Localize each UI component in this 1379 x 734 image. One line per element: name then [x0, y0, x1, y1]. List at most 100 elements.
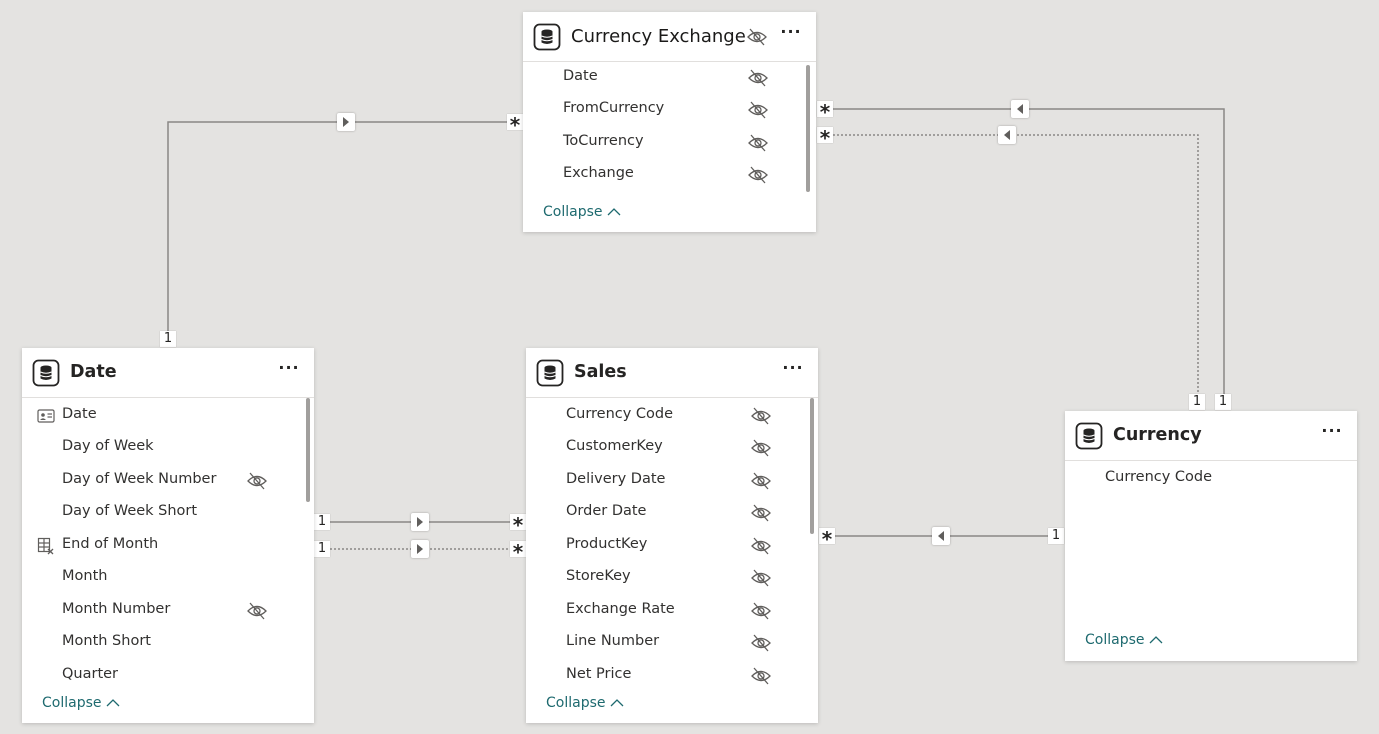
eye-off-icon[interactable]	[750, 665, 772, 687]
field-row[interactable]: Month Number	[22, 595, 302, 627]
eye-off-icon[interactable]	[750, 502, 772, 524]
table-card-date[interactable]: Date ··· Date Day of Week Day of Week Nu…	[22, 348, 314, 723]
field-name: CustomerKey	[566, 438, 663, 454]
more-options-icon[interactable]: ···	[278, 360, 300, 383]
eye-off-icon[interactable]	[747, 67, 769, 89]
table-icon	[1075, 422, 1103, 450]
chevron-up-icon	[1149, 636, 1162, 644]
field-row[interactable]: ProductKey	[526, 530, 806, 562]
eye-off-icon[interactable]	[750, 405, 772, 427]
eye-off-icon[interactable]	[747, 132, 769, 154]
chevron-up-icon	[607, 208, 620, 216]
table-header[interactable]: Currency Exchange ···	[523, 12, 816, 62]
field-row[interactable]: Exchange	[523, 159, 804, 191]
collapse-label: Collapse	[42, 695, 102, 711]
table-title: Currency	[1113, 425, 1202, 445]
field-row[interactable]: Net Price	[526, 660, 806, 692]
field-row[interactable]: Day of Week	[22, 432, 302, 464]
table-title: Sales	[574, 362, 627, 382]
field-name: Date	[62, 406, 97, 422]
field-name: Month Number	[62, 601, 171, 617]
field-name: Day of Week Number	[62, 471, 217, 487]
field-row[interactable]: Month	[22, 562, 302, 594]
scrollbar[interactable]	[810, 398, 814, 534]
field-row[interactable]: Quarter	[22, 660, 302, 692]
arrow-right-icon[interactable]	[411, 513, 429, 531]
field-name: Currency Code	[1105, 469, 1213, 485]
table-icon	[32, 359, 60, 387]
field-row[interactable]: Currency Code	[526, 400, 806, 432]
eye-off-icon[interactable]	[750, 470, 772, 492]
field-name: Quarter	[62, 666, 119, 682]
more-options-icon[interactable]: ···	[780, 24, 802, 47]
arrow-right-icon[interactable]	[337, 113, 355, 131]
cardinality-one-label: 1	[160, 331, 176, 347]
field-row[interactable]: Order Date	[526, 497, 806, 529]
more-options-icon[interactable]: ···	[1321, 423, 1343, 446]
field-row[interactable]: End of Month	[22, 530, 302, 562]
cardinality-one-label: 1	[1215, 394, 1231, 410]
eye-off-icon[interactable]	[750, 632, 772, 654]
scrollbar[interactable]	[806, 65, 810, 192]
field-name: Line Number	[566, 633, 660, 649]
field-row[interactable]: CustomerKey	[526, 432, 806, 464]
table-card-currency[interactable]: Currency ··· Currency Code Collapse	[1065, 411, 1357, 661]
field-row[interactable]: FromCurrency	[523, 94, 804, 126]
field-name: Month Short	[62, 633, 151, 649]
field-name: Month	[62, 568, 108, 584]
field-row[interactable]: Month Short	[22, 627, 302, 659]
table-card-sales[interactable]: Sales ··· Currency Code CustomerKey Deli…	[526, 348, 818, 723]
id-card-icon	[37, 409, 55, 423]
relationship-currency-exchange-currency-to[interactable]	[825, 134, 1199, 402]
collapse-button[interactable]: Collapse	[543, 204, 621, 220]
field-name: Day of Week Short	[62, 503, 198, 519]
field-row[interactable]: Day of Week Number	[22, 465, 302, 497]
eye-off-icon[interactable]	[746, 26, 768, 48]
field-name: Day of Week	[62, 438, 154, 454]
more-options-icon[interactable]: ···	[782, 360, 804, 383]
collapse-button[interactable]: Collapse	[546, 695, 624, 711]
collapse-button[interactable]: Collapse	[42, 695, 120, 711]
relationship-date-currency-exchange[interactable]	[167, 121, 516, 340]
table-icon	[533, 23, 561, 51]
cardinality-many-label: *	[819, 528, 835, 550]
scrollbar[interactable]	[306, 398, 310, 502]
relationship-currency-exchange-currency-from[interactable]	[825, 108, 1225, 402]
eye-off-icon[interactable]	[750, 437, 772, 459]
field-row[interactable]: Day of Week Short	[22, 497, 302, 529]
table-icon	[536, 359, 564, 387]
collapse-button[interactable]: Collapse	[1085, 632, 1163, 648]
field-row[interactable]: ToCurrency	[523, 127, 804, 159]
eye-off-icon[interactable]	[750, 535, 772, 557]
arrow-left-icon[interactable]	[932, 527, 950, 545]
field-name: End of Month	[62, 536, 159, 552]
eye-off-icon[interactable]	[750, 567, 772, 589]
field-name: StoreKey	[566, 568, 631, 584]
table-header[interactable]: Date ···	[22, 348, 314, 398]
cardinality-one-label: 1	[1048, 528, 1064, 544]
table-card-currency-exchange[interactable]: Currency Exchange ··· Date FromCurrency …	[523, 12, 816, 232]
table-header[interactable]: Currency ···	[1065, 411, 1357, 461]
field-row[interactable]: Date	[523, 62, 804, 94]
cardinality-many-label: *	[817, 127, 833, 149]
arrow-left-icon[interactable]	[998, 126, 1016, 144]
field-row[interactable]: Line Number	[526, 627, 806, 659]
arrow-left-icon[interactable]	[1011, 100, 1029, 118]
field-name: Exchange Rate	[566, 601, 675, 617]
eye-off-icon[interactable]	[747, 164, 769, 186]
arrow-right-icon[interactable]	[411, 540, 429, 558]
chevron-up-icon	[106, 699, 119, 707]
eye-off-icon[interactable]	[750, 600, 772, 622]
eye-off-icon[interactable]	[747, 99, 769, 121]
field-name: Date	[563, 68, 598, 84]
field-row[interactable]: StoreKey	[526, 562, 806, 594]
field-row[interactable]: Exchange Rate	[526, 595, 806, 627]
eye-off-icon[interactable]	[246, 600, 268, 622]
eye-off-icon[interactable]	[246, 470, 268, 492]
field-row[interactable]: Delivery Date	[526, 465, 806, 497]
field-row[interactable]: Currency Code	[1065, 463, 1345, 495]
field-row[interactable]: Date	[22, 400, 302, 432]
field-name: Currency Code	[566, 406, 674, 422]
table-header[interactable]: Sales ···	[526, 348, 818, 398]
field-name: Exchange	[563, 165, 634, 181]
